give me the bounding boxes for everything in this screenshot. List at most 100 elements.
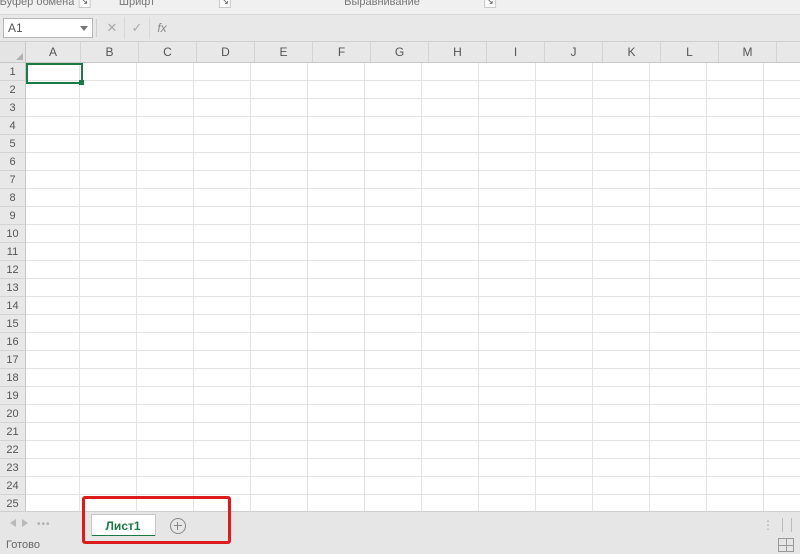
cell[interactable] xyxy=(137,63,194,80)
cell[interactable] xyxy=(26,495,80,512)
row-header[interactable]: 24 xyxy=(0,477,25,495)
prev-sheet-icon[interactable] xyxy=(10,519,16,527)
cell[interactable] xyxy=(194,261,251,278)
cell[interactable] xyxy=(251,207,308,224)
cell[interactable] xyxy=(650,423,707,440)
cell[interactable] xyxy=(479,297,536,314)
cell[interactable] xyxy=(365,117,422,134)
cell[interactable] xyxy=(26,117,80,134)
cell[interactable] xyxy=(251,99,308,116)
cell[interactable] xyxy=(593,387,650,404)
cell[interactable] xyxy=(251,117,308,134)
cell[interactable] xyxy=(26,423,80,440)
cell[interactable] xyxy=(422,153,479,170)
cell[interactable] xyxy=(650,369,707,386)
cell[interactable] xyxy=(479,63,536,80)
cell[interactable] xyxy=(422,81,479,98)
cell[interactable] xyxy=(308,243,365,260)
row-header[interactable]: 11 xyxy=(0,243,25,261)
cell[interactable] xyxy=(194,171,251,188)
cell[interactable] xyxy=(536,225,593,242)
col-header[interactable]: M xyxy=(719,42,777,62)
cell[interactable] xyxy=(137,351,194,368)
cell[interactable] xyxy=(137,243,194,260)
cell[interactable] xyxy=(593,333,650,350)
cell[interactable] xyxy=(308,279,365,296)
cell[interactable] xyxy=(26,459,80,476)
cell[interactable] xyxy=(194,351,251,368)
cell[interactable] xyxy=(365,171,422,188)
cell[interactable] xyxy=(137,459,194,476)
cell[interactable] xyxy=(536,315,593,332)
cell[interactable] xyxy=(251,297,308,314)
cell[interactable] xyxy=(137,189,194,206)
cell[interactable] xyxy=(308,153,365,170)
cell[interactable] xyxy=(650,459,707,476)
cell[interactable] xyxy=(80,315,137,332)
cell[interactable] xyxy=(707,117,764,134)
scroll-handle-icon[interactable]: ⋮ xyxy=(762,518,774,532)
cell[interactable] xyxy=(707,153,764,170)
cell[interactable] xyxy=(650,441,707,458)
cell[interactable] xyxy=(536,117,593,134)
col-header[interactable]: J xyxy=(545,42,603,62)
cell[interactable] xyxy=(422,171,479,188)
cell[interactable] xyxy=(593,459,650,476)
cell[interactable] xyxy=(422,315,479,332)
cell[interactable] xyxy=(650,495,707,512)
cell[interactable] xyxy=(194,243,251,260)
cell[interactable] xyxy=(707,333,764,350)
cell[interactable] xyxy=(365,351,422,368)
cell[interactable] xyxy=(536,405,593,422)
dropdown-icon[interactable] xyxy=(80,26,88,31)
cell[interactable] xyxy=(251,351,308,368)
cell[interactable] xyxy=(365,297,422,314)
cell[interactable] xyxy=(26,135,80,152)
cell[interactable] xyxy=(308,63,365,80)
cell[interactable] xyxy=(479,459,536,476)
cell[interactable] xyxy=(80,495,137,512)
cell[interactable] xyxy=(137,297,194,314)
cell[interactable] xyxy=(80,423,137,440)
cell[interactable] xyxy=(650,477,707,494)
cell[interactable] xyxy=(365,135,422,152)
cell[interactable] xyxy=(308,405,365,422)
cell[interactable] xyxy=(251,441,308,458)
cell[interactable] xyxy=(422,63,479,80)
cell[interactable] xyxy=(365,477,422,494)
cell[interactable] xyxy=(593,135,650,152)
cell[interactable] xyxy=(422,369,479,386)
cell[interactable] xyxy=(650,207,707,224)
row-header[interactable]: 23 xyxy=(0,459,25,477)
cell[interactable] xyxy=(593,369,650,386)
cell[interactable] xyxy=(80,153,137,170)
cell[interactable] xyxy=(479,243,536,260)
cell[interactable] xyxy=(536,63,593,80)
cell[interactable] xyxy=(26,369,80,386)
cell[interactable] xyxy=(707,261,764,278)
cell[interactable] xyxy=(593,225,650,242)
cell[interactable] xyxy=(707,369,764,386)
cell[interactable] xyxy=(80,135,137,152)
cells-area[interactable]: // This inline write is purely structura… xyxy=(26,63,800,523)
row-header[interactable]: 8 xyxy=(0,189,25,207)
cell[interactable] xyxy=(251,153,308,170)
cell[interactable] xyxy=(593,99,650,116)
cell[interactable] xyxy=(593,441,650,458)
cell[interactable] xyxy=(137,405,194,422)
cell[interactable] xyxy=(536,99,593,116)
cell[interactable] xyxy=(650,63,707,80)
cell[interactable] xyxy=(80,351,137,368)
cell[interactable] xyxy=(650,135,707,152)
cell[interactable] xyxy=(80,63,137,80)
cell[interactable] xyxy=(80,243,137,260)
normal-view-icon[interactable] xyxy=(778,538,794,552)
cell[interactable] xyxy=(137,369,194,386)
cell[interactable] xyxy=(137,441,194,458)
cell[interactable] xyxy=(26,351,80,368)
cell[interactable] xyxy=(251,63,308,80)
cell[interactable] xyxy=(308,207,365,224)
row-header[interactable]: 9 xyxy=(0,207,25,225)
row-header[interactable]: 18 xyxy=(0,369,25,387)
next-sheet-icon[interactable] xyxy=(22,519,28,527)
